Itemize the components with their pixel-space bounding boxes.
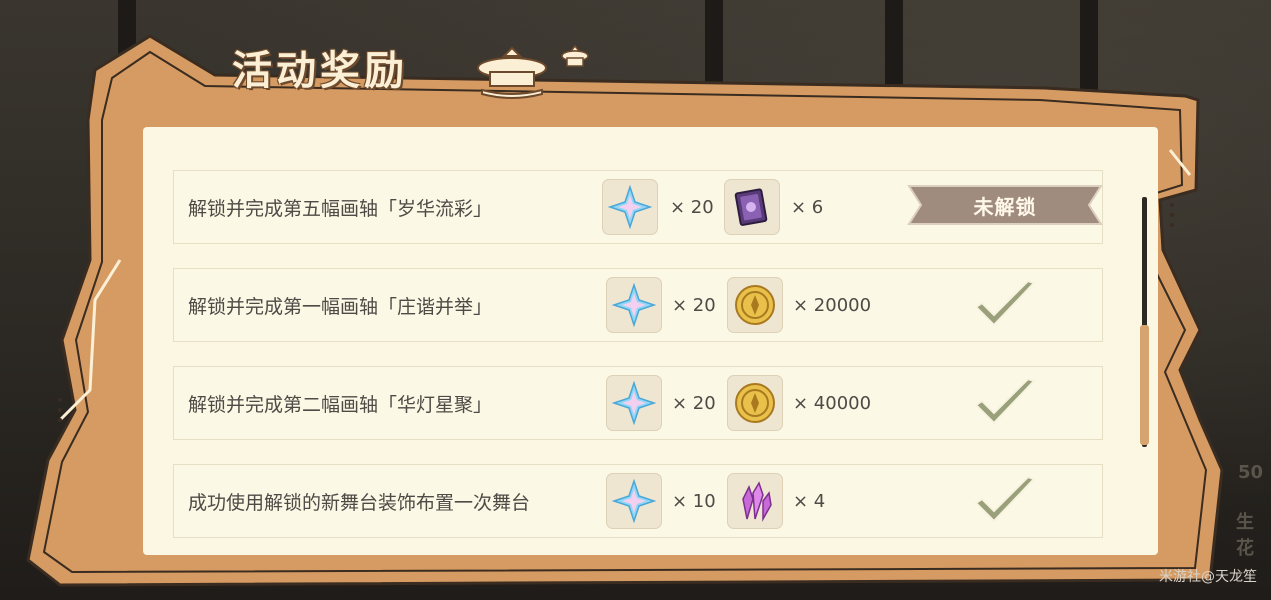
reward-quantity: × 4 bbox=[793, 490, 826, 512]
primogem-icon bbox=[612, 381, 656, 425]
mora-icon bbox=[735, 285, 775, 325]
mora-item[interactable] bbox=[727, 375, 783, 431]
locked-status-badge: 未解锁 bbox=[907, 182, 1103, 228]
primogem-item[interactable] bbox=[606, 277, 662, 333]
lantern-icon bbox=[477, 46, 547, 99]
task-label: 成功使用解锁的新舞台装饰布置一次舞台 bbox=[188, 491, 531, 514]
crystal-icon bbox=[742, 481, 772, 522]
crystal-item[interactable] bbox=[727, 473, 783, 529]
task-label: 解锁并完成第五幅画轴「岁华流彩」 bbox=[188, 197, 493, 220]
mora-icon bbox=[735, 383, 775, 423]
watermark: 米游社@天龙笙 bbox=[1159, 569, 1257, 585]
reward-quantity: × 20000 bbox=[793, 294, 872, 316]
mora-item[interactable] bbox=[727, 277, 783, 333]
task-label: 解锁并完成第一幅画轴「庄谐并举」 bbox=[188, 295, 493, 318]
small-lantern-icon bbox=[561, 44, 589, 67]
scrollbar-thumb[interactable] bbox=[1140, 325, 1149, 445]
checkmark-icon bbox=[974, 279, 1036, 327]
reward-quantity: × 40000 bbox=[793, 392, 872, 414]
checkmark-icon bbox=[974, 475, 1036, 523]
reward-quantity: × 6 bbox=[791, 196, 824, 218]
panel-title: 活动奖励 bbox=[232, 47, 408, 94]
book-item[interactable] bbox=[724, 179, 780, 235]
checkmark-icon bbox=[974, 377, 1036, 425]
reward-row: 成功使用解锁的新舞台装饰布置一次舞台 × 10 × 4 bbox=[173, 464, 1103, 538]
reward-row: 解锁并完成第五幅画轴「岁华流彩」 × 20 × 6 未解锁 bbox=[173, 170, 1103, 244]
book-icon bbox=[734, 188, 768, 226]
reward-row: 解锁并完成第一幅画轴「庄谐并举」 × 20 × 20000 bbox=[173, 268, 1103, 342]
reward-quantity: × 20 bbox=[672, 392, 716, 414]
primogem-icon bbox=[608, 185, 652, 229]
primogem-item[interactable] bbox=[602, 179, 658, 235]
primogem-icon bbox=[612, 479, 656, 523]
primogem-item[interactable] bbox=[606, 473, 662, 529]
reward-quantity: × 20 bbox=[672, 294, 716, 316]
primogem-item[interactable] bbox=[606, 375, 662, 431]
locked-status-label: 未解锁 bbox=[973, 194, 1037, 219]
reward-quantity: × 20 bbox=[670, 196, 714, 218]
task-label: 解锁并完成第二幅画轴「华灯星聚」 bbox=[188, 393, 493, 416]
reward-row: 解锁并完成第二幅画轴「华灯星聚」 × 20 × 40000 bbox=[173, 366, 1103, 440]
reward-quantity: × 10 bbox=[672, 490, 716, 512]
primogem-icon bbox=[612, 283, 656, 327]
